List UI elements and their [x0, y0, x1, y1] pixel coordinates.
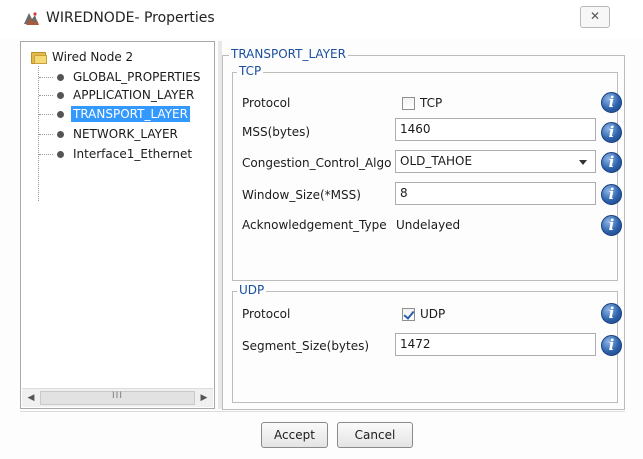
tree-item-label: GLOBAL_PROPERTIES — [73, 70, 201, 84]
tree-root-wired-node[interactable]: Wired Node 2 — [31, 49, 133, 65]
scroll-left-icon[interactable]: ◀ — [23, 390, 39, 406]
property-tree[interactable]: Wired Node 2 GLOBAL_PROPERTIES APPLICATI… — [20, 41, 215, 409]
info-icon[interactable]: i — [601, 184, 622, 205]
tcp-protocol-label: Protocol — [242, 96, 291, 110]
tree-item-label: Interface1_Ethernet — [73, 147, 193, 161]
chevron-down-icon — [579, 160, 587, 165]
window-title: WIREDNODE- Properties — [46, 10, 215, 26]
window-size-label: Window_Size(*MSS) — [242, 188, 361, 202]
cancel-button[interactable]: Cancel — [337, 422, 413, 448]
bullet-icon — [57, 73, 64, 81]
info-icon[interactable]: i — [601, 152, 622, 173]
acknowledgement-type-label: Acknowledgement_Type — [242, 218, 387, 232]
info-icon[interactable]: i — [601, 335, 622, 356]
accept-button[interactable]: Accept — [261, 422, 328, 448]
tree-item-interface1-ethernet[interactable]: Interface1_Ethernet — [39, 145, 194, 163]
tree-item-application-layer[interactable]: APPLICATION_LAYER — [39, 86, 196, 104]
acknowledgement-type-value: Undelayed — [396, 218, 461, 232]
congestion-control-label: Congestion_Control_Algo — [242, 156, 392, 170]
tcp-protocol-checkbox[interactable]: TCP — [402, 95, 442, 111]
tree-item-label: TRANSPORT_LAYER — [71, 106, 190, 122]
udp-protocol-label: Protocol — [242, 307, 291, 321]
congestion-control-value: OLD_TAHOE — [400, 154, 473, 168]
udp-group-title: UDP — [237, 283, 267, 297]
window-size-input[interactable]: 8 — [395, 182, 596, 205]
transport-layer-title: TRANSPORT_LAYER — [229, 47, 348, 61]
tcp-checkbox-box[interactable] — [402, 96, 415, 110]
bottom-separator — [20, 411, 625, 412]
close-button[interactable]: ✕ — [580, 6, 610, 28]
info-icon[interactable]: i — [601, 92, 622, 113]
bullet-icon — [57, 150, 64, 158]
bullet-icon — [57, 91, 64, 99]
info-icon[interactable]: i — [601, 122, 622, 143]
mss-label: MSS(bytes) — [242, 125, 311, 139]
udp-checkbox-box[interactable] — [402, 307, 415, 321]
scrollbar-grip-icon: III — [112, 391, 123, 401]
info-icon[interactable]: i — [601, 303, 622, 324]
tree-root-label: Wired Node 2 — [52, 50, 134, 64]
title-bar: WIREDNODE- Properties ✕ — [0, 0, 643, 38]
congestion-control-select[interactable]: OLD_TAHOE — [395, 150, 596, 173]
bullet-icon — [57, 130, 64, 138]
scroll-right-icon[interactable]: ▶ — [196, 390, 212, 406]
properties-window: WIREDNODE- Properties ✕ Wired Node 2 GLO… — [0, 0, 643, 459]
tree-item-global-properties[interactable]: GLOBAL_PROPERTIES — [39, 68, 203, 86]
scrollbar-thumb[interactable]: III — [40, 391, 195, 405]
tree-item-label: NETWORK_LAYER — [73, 127, 178, 141]
tcp-checkbox-label: TCP — [420, 96, 443, 110]
bullet-icon — [57, 110, 64, 118]
tree-item-transport-layer[interactable]: TRANSPORT_LAYER — [39, 105, 190, 123]
wirednode-app-icon — [22, 10, 40, 27]
udp-checkbox-label: UDP — [420, 307, 446, 321]
segment-size-label: Segment_Size(bytes) — [242, 339, 370, 353]
tcp-group-title: TCP — [237, 64, 264, 78]
tree-item-label: APPLICATION_LAYER — [73, 88, 195, 102]
udp-protocol-checkbox[interactable]: UDP — [402, 306, 445, 322]
tree-horizontal-scrollbar[interactable]: ◀ III ▶ — [22, 388, 213, 407]
segment-size-input[interactable]: 1472 — [395, 333, 596, 356]
mss-input[interactable]: 1460 — [395, 118, 596, 141]
tree-item-network-layer[interactable]: NETWORK_LAYER — [39, 125, 180, 143]
info-icon[interactable]: i — [601, 215, 622, 236]
close-icon: ✕ — [589, 9, 601, 23]
folder-icon — [31, 51, 47, 64]
